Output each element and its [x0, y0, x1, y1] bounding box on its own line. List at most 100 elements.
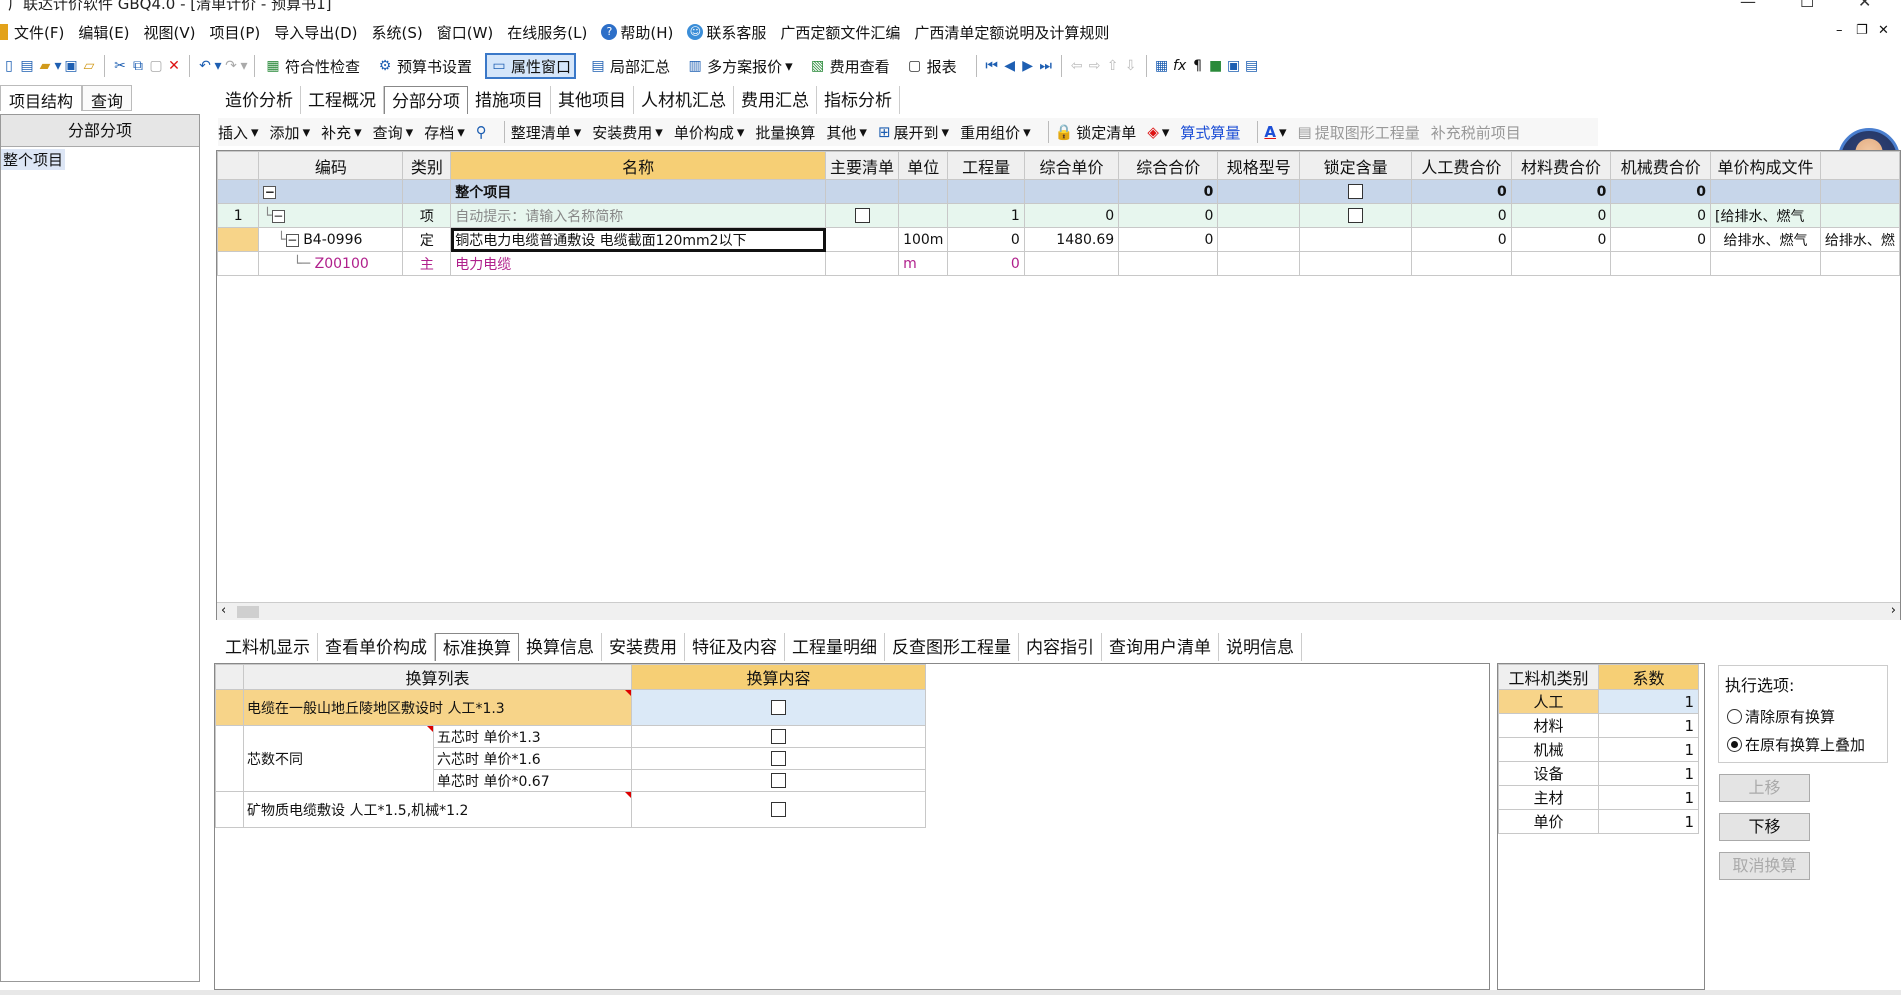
scroll-right-icon[interactable]: › — [1891, 603, 1896, 618]
coefficient-input[interactable]: 1 — [1598, 785, 1699, 810]
fill-color-button[interactable]: ◈ ▾ — [1147, 123, 1169, 141]
table-row[interactable]: − 整个项目 0 0 0 0 — [217, 179, 1900, 204]
tab-conversion-info[interactable]: 换算信息 — [519, 633, 602, 661]
move-right-icon[interactable]: ⇨ — [1086, 57, 1104, 75]
scroll-left-icon[interactable]: ‹ — [221, 603, 226, 618]
tab-content-guide[interactable]: 内容指引 — [1019, 633, 1102, 661]
tree-item-whole-project[interactable]: 整个项目 — [1, 149, 66, 170]
move-left-icon[interactable]: ⇦ — [1068, 57, 1086, 75]
cell[interactable]: 给排水、燃气 — [1710, 227, 1821, 252]
previous-icon[interactable]: ◀ — [1001, 57, 1019, 75]
tab-other-items[interactable]: 其他项目 — [551, 86, 634, 114]
column-header[interactable]: 主要清单 — [825, 151, 900, 180]
column-header[interactable]: 编码 — [258, 151, 404, 180]
move-down-button[interactable]: 下移 — [1719, 813, 1810, 841]
column-header[interactable]: 综合合价 — [1118, 151, 1219, 180]
binoculars-icon[interactable]: ⚲ — [476, 123, 487, 141]
mdi-minimize-icon[interactable]: – — [1836, 23, 1843, 38]
cube-icon[interactable]: ■ — [1207, 57, 1225, 75]
conversion-checkbox[interactable] — [771, 751, 786, 766]
move-up-icon[interactable]: ⇧ — [1104, 57, 1122, 75]
extract-graphic-quantity-button[interactable]: ▤ 提取图形工程量 — [1298, 122, 1420, 143]
column-header[interactable]: 规格型号 — [1217, 151, 1301, 180]
dropdown-arrow-icon[interactable]: ▾ — [214, 57, 222, 75]
table-row[interactable]: 矿物质电缆敷设 人工*1.5,机械*1.2 — [215, 791, 926, 828]
radio-button[interactable] — [1727, 709, 1742, 724]
report-button[interactable]: ▢ 报表 — [903, 53, 960, 79]
budget-settings-button[interactable]: ⚙ 预算书设置 — [373, 53, 475, 79]
panel-icon[interactable]: ▤ — [1243, 57, 1261, 75]
column-header[interactable]: 锁定含量 — [1299, 151, 1413, 180]
conversion-item[interactable]: 电缆在一般山地丘陵地区敷设时 人工*1.3 — [243, 689, 632, 726]
column-header[interactable]: 单价构成文件 — [1710, 151, 1821, 180]
table-row[interactable]: 机械 1 — [1498, 737, 1699, 762]
conversion-group[interactable]: 芯数不同 — [243, 725, 434, 792]
main-list-checkbox[interactable] — [854, 208, 870, 223]
cell[interactable]: 0 — [947, 251, 1025, 276]
menu-project[interactable]: 项目(P) — [210, 22, 261, 43]
conformity-check-button[interactable]: ▦ 符合性检查 — [261, 53, 363, 79]
column-header[interactable]: 机械费合价 — [1610, 151, 1712, 180]
cancel-conversion-button[interactable]: 取消换算 — [1719, 852, 1810, 880]
conversion-item[interactable]: 五芯时 单价*1.3 — [433, 725, 632, 748]
column-header[interactable]: 材料费合价 — [1510, 151, 1612, 180]
tab-index-analysis[interactable]: 指标分析 — [817, 86, 900, 114]
expand-to-button[interactable]: ⊞ 展开到 ▾ — [878, 122, 949, 143]
table-row[interactable]: └─ Z00100 主 电力电缆 m 0 — [217, 251, 1900, 276]
cell[interactable]: [给排水、燃气 — [1710, 203, 1821, 228]
formula-quantity-button[interactable]: 算式算量 — [1180, 122, 1240, 143]
column-header[interactable] — [1819, 151, 1900, 180]
scroll-thumb[interactable] — [237, 606, 259, 618]
table-row[interactable]: 设备 1 — [1498, 761, 1699, 786]
column-header[interactable]: 工程量 — [947, 151, 1025, 180]
paste-icon[interactable]: ▢ — [147, 57, 165, 75]
tab-view-unit-price[interactable]: 查看单价构成 — [318, 633, 435, 661]
horizontal-scrollbar[interactable]: ‹ › — [217, 602, 1900, 620]
tab-user-list[interactable]: 查询用户清单 — [1102, 633, 1219, 661]
pre-tax-item-button[interactable]: 补充税前项目 — [1431, 122, 1521, 143]
next-icon[interactable]: ▶ — [1019, 57, 1037, 75]
function-icon[interactable]: fx — [1171, 57, 1189, 75]
maximize-icon[interactable]: ☐ — [1800, 0, 1814, 11]
coefficient-input[interactable]: 1 — [1598, 689, 1699, 714]
table-row[interactable]: 主材 1 — [1498, 785, 1699, 810]
tab-project-structure[interactable]: 项目结构 — [0, 85, 83, 111]
coefficient-input[interactable]: 1 — [1598, 737, 1699, 762]
menu-import-export[interactable]: 导入导出(D) — [274, 22, 357, 43]
tab-install-fee[interactable]: 安装费用 — [602, 633, 685, 661]
install-fee-button[interactable]: 安装费用 ▾ — [592, 122, 663, 143]
table-row[interactable]: 电缆在一般山地丘陵地区敷设时 人工*1.3 — [215, 689, 926, 726]
calculator-icon[interactable]: ▦ — [1153, 57, 1171, 75]
conversion-item[interactable]: 矿物质电缆敷设 人工*1.5,机械*1.2 — [243, 791, 632, 828]
lock-quantity-checkbox[interactable] — [1348, 184, 1364, 199]
table-row[interactable]: 单价 1 — [1498, 809, 1699, 834]
conversion-item[interactable]: 六芯时 单价*1.6 — [433, 747, 632, 770]
conversion-item[interactable]: 单芯时 单价*0.67 — [433, 769, 632, 792]
menu-file[interactable]: 文件(F) — [14, 22, 64, 43]
cell[interactable]: 1 — [947, 203, 1025, 228]
new-icon[interactable]: ▯ — [0, 57, 18, 75]
new-file-icon[interactable]: ▤ — [18, 57, 36, 75]
move-down-icon[interactable]: ⇩ — [1122, 57, 1140, 75]
lock-quantity-checkbox[interactable] — [1348, 208, 1364, 223]
dropdown-arrow-icon[interactable]: ▾ — [54, 57, 62, 75]
tab-features[interactable]: 特征及内容 — [685, 633, 785, 661]
coefficient-input[interactable]: 1 — [1598, 761, 1699, 786]
fee-view-button[interactable]: ▧ 费用查看 — [806, 53, 893, 79]
redo-icon[interactable]: ↷ — [222, 57, 240, 75]
delete-icon[interactable]: ✕ — [165, 57, 183, 75]
move-up-button[interactable]: 上移 — [1719, 774, 1810, 802]
save-icon[interactable]: ▣ — [62, 57, 80, 75]
column-header[interactable]: 人工费合价 — [1411, 151, 1512, 180]
conversion-checkbox[interactable] — [771, 802, 786, 817]
batch-conversion-button[interactable]: 批量换算 — [755, 122, 815, 143]
stack-conversion-option[interactable]: 在原有换算上叠加 — [1727, 734, 1865, 755]
collapse-icon[interactable]: − — [271, 209, 285, 223]
name-cell-selected[interactable]: 铜芯电力电缆普通敷设 电缆截面120mm2以下 — [450, 227, 827, 252]
cell[interactable]: 100m — [898, 227, 949, 252]
table-row[interactable]: 芯数不同 五芯时 单价*1.3 — [215, 725, 926, 792]
lock-list-button[interactable]: 🔒 锁定清单 — [1055, 122, 1137, 143]
query-button[interactable]: 查询 ▾ — [373, 122, 414, 143]
reuse-pricing-button[interactable]: 重用组价 ▾ — [960, 122, 1031, 143]
table-row[interactable]: 材料 1 — [1498, 713, 1699, 738]
